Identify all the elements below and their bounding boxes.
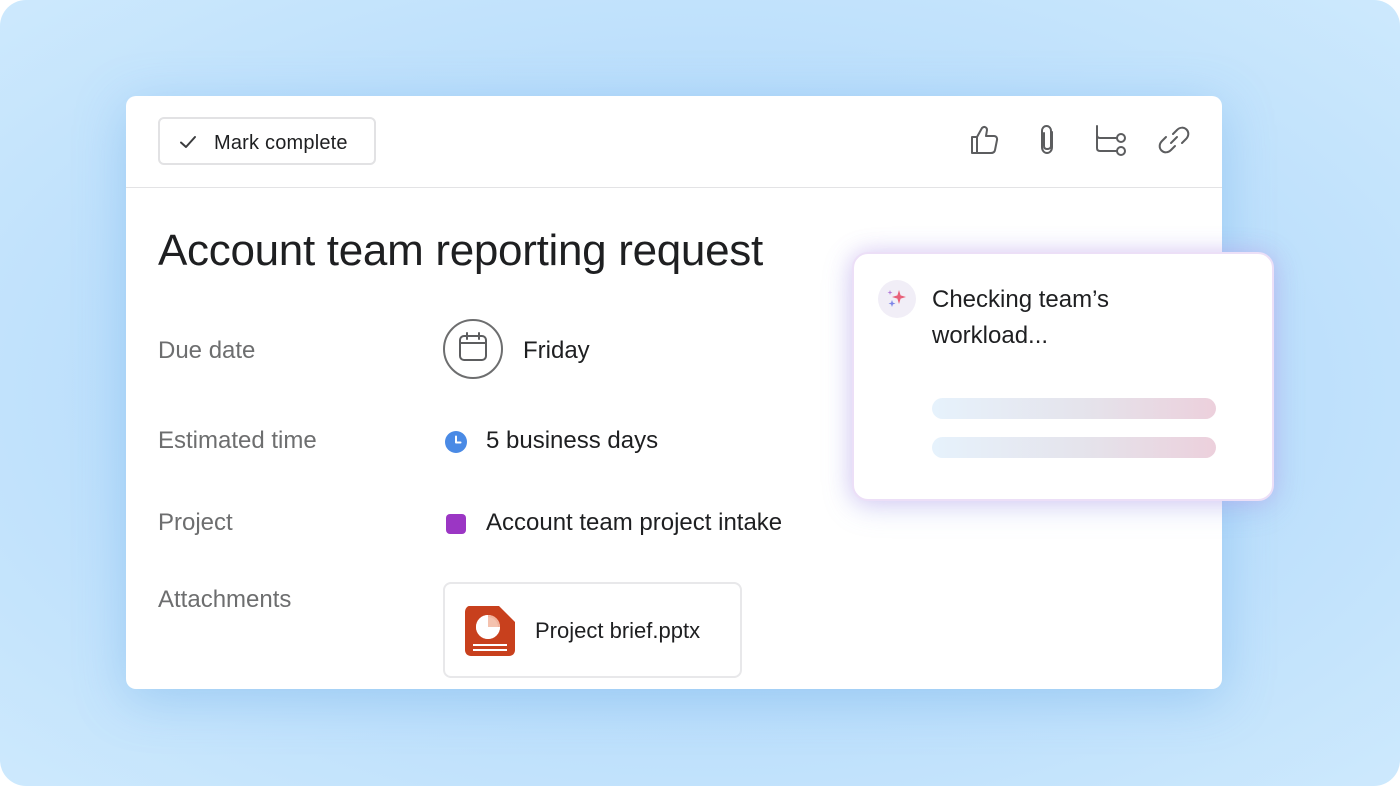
checkmark-icon bbox=[178, 132, 198, 152]
project-value[interactable]: Account team project intake bbox=[486, 509, 782, 537]
project-color-swatch bbox=[446, 514, 466, 534]
loading-skeleton-line bbox=[932, 437, 1216, 458]
task-title[interactable]: Account team reporting request bbox=[158, 226, 763, 276]
ai-status-panel: Checking team’s workload... bbox=[852, 252, 1274, 501]
paperclip-icon[interactable] bbox=[1030, 122, 1066, 158]
sparkle-icon bbox=[878, 280, 916, 318]
mark-complete-label: Mark complete bbox=[214, 132, 348, 154]
subtask-icon[interactable] bbox=[1092, 122, 1128, 158]
loading-skeleton-line bbox=[932, 398, 1216, 419]
due-date-value[interactable]: Friday bbox=[523, 337, 590, 365]
project-label: Project bbox=[158, 509, 233, 536]
attachment-file-name: Project brief.pptx bbox=[535, 618, 701, 643]
thumbs-up-icon[interactable] bbox=[966, 122, 1002, 158]
ai-status-text: Checking team’s workload... bbox=[932, 286, 1109, 349]
task-toolbar: Mark complete bbox=[126, 96, 1222, 188]
background-stage: Mark complete Account team reporting req… bbox=[0, 0, 1400, 786]
due-date-picker[interactable] bbox=[443, 319, 503, 379]
estimated-time-label: Estimated time bbox=[158, 427, 317, 454]
attachments-label: Attachments bbox=[158, 586, 292, 613]
calendar-icon bbox=[457, 331, 489, 368]
estimated-time-value[interactable]: 5 business days bbox=[486, 427, 658, 455]
clock-icon bbox=[445, 431, 467, 453]
due-date-label: Due date bbox=[158, 337, 256, 364]
attachment-card[interactable]: Project brief.pptx bbox=[443, 582, 742, 678]
mark-complete-button[interactable]: Mark complete bbox=[158, 117, 376, 165]
link-icon[interactable] bbox=[1156, 122, 1192, 158]
powerpoint-file-icon bbox=[463, 604, 517, 658]
